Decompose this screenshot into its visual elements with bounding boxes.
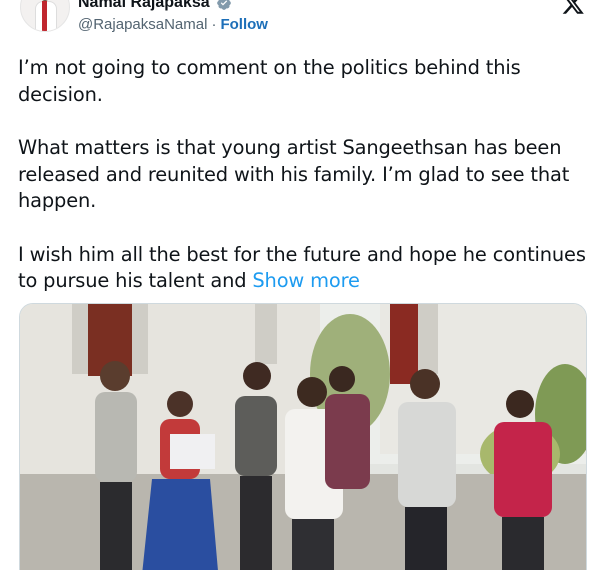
avatar-figure-sash bbox=[42, 1, 47, 31]
tweet-paragraph: What matters is that young artist Sangee… bbox=[18, 136, 570, 212]
author-display-name[interactable]: Namal Rajapaksa bbox=[78, 0, 210, 12]
tweet-card: Namal Rajapaksa @RajapaksaNamal · Follow I… bbox=[0, 0, 606, 570]
photo-illustration bbox=[20, 304, 586, 570]
show-more-link[interactable]: Show more bbox=[252, 269, 360, 292]
tweet-paragraph-last: I wish him all the best for the future a… bbox=[18, 242, 588, 295]
author-name-row: Namal Rajapaksa bbox=[78, 0, 232, 13]
tweet-media-photo[interactable] bbox=[19, 303, 587, 570]
tweet-text: I’m not going to comment on the politics… bbox=[18, 55, 588, 295]
author-handle-row: @RajapaksaNamal · Follow bbox=[78, 16, 268, 33]
tweet-paragraph: I’m not going to comment on the politics… bbox=[18, 56, 521, 106]
follow-button[interactable]: Follow bbox=[220, 16, 268, 33]
separator-dot: · bbox=[211, 16, 217, 33]
verified-badge-icon bbox=[216, 0, 231, 10]
author-avatar[interactable] bbox=[20, 0, 70, 32]
x-logo-icon[interactable] bbox=[561, 0, 585, 16]
author-handle[interactable]: @RajapaksaNamal bbox=[78, 16, 207, 33]
